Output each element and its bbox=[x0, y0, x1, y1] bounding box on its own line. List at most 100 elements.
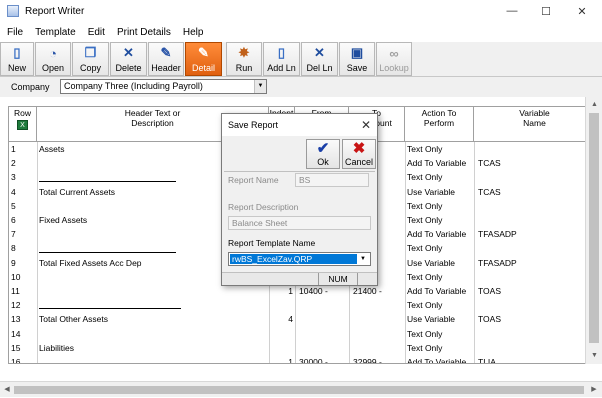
scroll-down-icon[interactable]: ▼ bbox=[586, 348, 602, 364]
cell-text[interactable] bbox=[39, 298, 267, 312]
menu-edit[interactable]: Edit bbox=[88, 27, 105, 38]
cell-var[interactable] bbox=[478, 327, 588, 341]
cell-from[interactable] bbox=[299, 298, 347, 312]
cell-n[interactable]: 12 bbox=[11, 298, 37, 312]
cell-n[interactable]: 14 bbox=[11, 327, 37, 341]
copy-button[interactable]: ❐ Copy bbox=[72, 42, 109, 76]
maximize-button[interactable]: ☐ bbox=[530, 0, 562, 22]
cell-n[interactable]: 16 bbox=[11, 355, 37, 363]
cell-action[interactable]: Text Only bbox=[407, 341, 473, 355]
cell-action[interactable]: Text Only bbox=[407, 241, 473, 255]
cell-var[interactable] bbox=[478, 142, 588, 156]
cell-action[interactable]: Add To Variable bbox=[407, 355, 473, 363]
cell-action[interactable]: Add To Variable bbox=[407, 284, 473, 298]
cell-var[interactable]: TFASADP bbox=[478, 227, 588, 241]
cell-action[interactable]: Use Variable bbox=[407, 256, 473, 270]
cell-n[interactable]: 9 bbox=[11, 256, 37, 270]
cell-from[interactable] bbox=[299, 327, 347, 341]
scroll-right-icon[interactable]: ▶ bbox=[587, 382, 601, 398]
cell-n[interactable]: 4 bbox=[11, 185, 37, 199]
horizontal-scroll-thumb[interactable] bbox=[14, 386, 584, 394]
cell-to[interactable]: 32999 - bbox=[353, 355, 403, 363]
table-row[interactable]: 12 Text Only bbox=[9, 298, 593, 312]
vertical-scroll-thumb[interactable] bbox=[589, 113, 599, 343]
run-button[interactable]: ✸ Run bbox=[226, 42, 262, 76]
cell-to[interactable] bbox=[353, 327, 403, 341]
cell-n[interactable]: 6 bbox=[11, 213, 37, 227]
cell-var[interactable] bbox=[478, 170, 588, 184]
cell-var[interactable]: TFASADP bbox=[478, 256, 588, 270]
table-row[interactable]: 13 Total Other Assets 4 Use Variable TOAS bbox=[9, 312, 593, 326]
template-name-select[interactable]: rwBS_ExcelZav.QRP ▼ bbox=[228, 252, 371, 266]
cell-n[interactable]: 10 bbox=[11, 270, 37, 284]
scroll-left-icon[interactable]: ◀ bbox=[0, 382, 14, 398]
cell-from[interactable] bbox=[299, 312, 347, 326]
cell-text[interactable]: Liabilities bbox=[39, 341, 267, 355]
close-icon[interactable]: ✕ bbox=[359, 118, 373, 132]
cell-text[interactable]: Total Other Assets bbox=[39, 312, 267, 326]
close-window-button[interactable]: ✕ bbox=[566, 0, 598, 22]
cell-var[interactable]: TOAS bbox=[478, 312, 588, 326]
ok-button[interactable]: ✔ Ok bbox=[306, 139, 340, 169]
cell-action[interactable]: Add To Variable bbox=[407, 156, 473, 170]
delete-line-button[interactable]: ✕ Del Ln bbox=[301, 42, 338, 76]
menu-print-details[interactable]: Print Details bbox=[117, 27, 171, 38]
cell-action[interactable]: Text Only bbox=[407, 199, 473, 213]
cell-n[interactable]: 11 bbox=[11, 284, 37, 298]
header-button[interactable]: ✎ Header bbox=[148, 42, 184, 76]
cell-text[interactable] bbox=[39, 284, 267, 298]
cell-action[interactable]: Text Only bbox=[407, 270, 473, 284]
cell-var[interactable] bbox=[478, 298, 588, 312]
company-select[interactable]: Company Three (Including Payroll) ▼ bbox=[60, 79, 267, 94]
cell-from[interactable] bbox=[299, 341, 347, 355]
cell-text[interactable] bbox=[39, 327, 267, 341]
cell-action[interactable]: Text Only bbox=[407, 298, 473, 312]
cell-indent[interactable] bbox=[271, 341, 293, 355]
cell-var[interactable] bbox=[478, 270, 588, 284]
chevron-down-icon[interactable]: ▼ bbox=[254, 80, 266, 93]
cell-n[interactable]: 15 bbox=[11, 341, 37, 355]
cell-action[interactable]: Add To Variable bbox=[407, 227, 473, 241]
cell-text[interactable] bbox=[39, 355, 267, 363]
cell-n[interactable]: 3 bbox=[11, 170, 37, 184]
cell-n[interactable]: 1 bbox=[11, 142, 37, 156]
excel-icon[interactable]: X bbox=[17, 119, 28, 130]
cancel-button[interactable]: ✖ Cancel bbox=[342, 139, 376, 169]
open-button[interactable]: ◔ Open bbox=[35, 42, 71, 76]
minimize-button[interactable]: — bbox=[496, 0, 528, 22]
cell-from[interactable]: 10400 - bbox=[299, 284, 347, 298]
cell-n[interactable]: 2 bbox=[11, 156, 37, 170]
cell-action[interactable]: Text Only bbox=[407, 170, 473, 184]
cell-to[interactable] bbox=[353, 298, 403, 312]
cell-from[interactable]: 30000 - bbox=[299, 355, 347, 363]
cell-n[interactable]: 13 bbox=[11, 312, 37, 326]
cell-var[interactable]: TCAS bbox=[478, 185, 588, 199]
menu-file[interactable]: File bbox=[7, 27, 23, 38]
scroll-up-icon[interactable]: ▲ bbox=[586, 97, 602, 113]
cell-indent[interactable]: 1 bbox=[271, 355, 293, 363]
cell-action[interactable]: Text Only bbox=[407, 327, 473, 341]
menu-template[interactable]: Template bbox=[35, 27, 76, 38]
cell-to[interactable] bbox=[353, 341, 403, 355]
cell-action[interactable]: Use Variable bbox=[407, 185, 473, 199]
cell-action[interactable]: Text Only bbox=[407, 142, 473, 156]
save-button[interactable]: ▣ Save bbox=[339, 42, 375, 76]
vertical-scrollbar[interactable]: ▲ ▼ bbox=[585, 97, 602, 364]
new-button[interactable]: ▯ New bbox=[0, 42, 34, 76]
cell-var[interactable] bbox=[478, 199, 588, 213]
cell-action[interactable]: Use Variable bbox=[407, 312, 473, 326]
cell-to[interactable]: 21400 - bbox=[353, 284, 403, 298]
add-line-button[interactable]: ▯ Add Ln bbox=[263, 42, 300, 76]
cell-indent[interactable]: 1 bbox=[271, 284, 293, 298]
cell-var[interactable] bbox=[478, 341, 588, 355]
delete-button[interactable]: ✕ Delete bbox=[110, 42, 147, 76]
cell-indent[interactable]: 4 bbox=[271, 312, 293, 326]
cell-action[interactable]: Text Only bbox=[407, 213, 473, 227]
cell-n[interactable]: 5 bbox=[11, 199, 37, 213]
cell-var[interactable]: TLIA bbox=[478, 355, 588, 363]
cell-to[interactable] bbox=[353, 312, 403, 326]
chevron-down-icon[interactable]: ▼ bbox=[357, 253, 369, 265]
menu-help[interactable]: Help bbox=[183, 27, 204, 38]
report-description-field[interactable]: Balance Sheet bbox=[228, 216, 371, 230]
cell-var[interactable]: TCAS bbox=[478, 156, 588, 170]
